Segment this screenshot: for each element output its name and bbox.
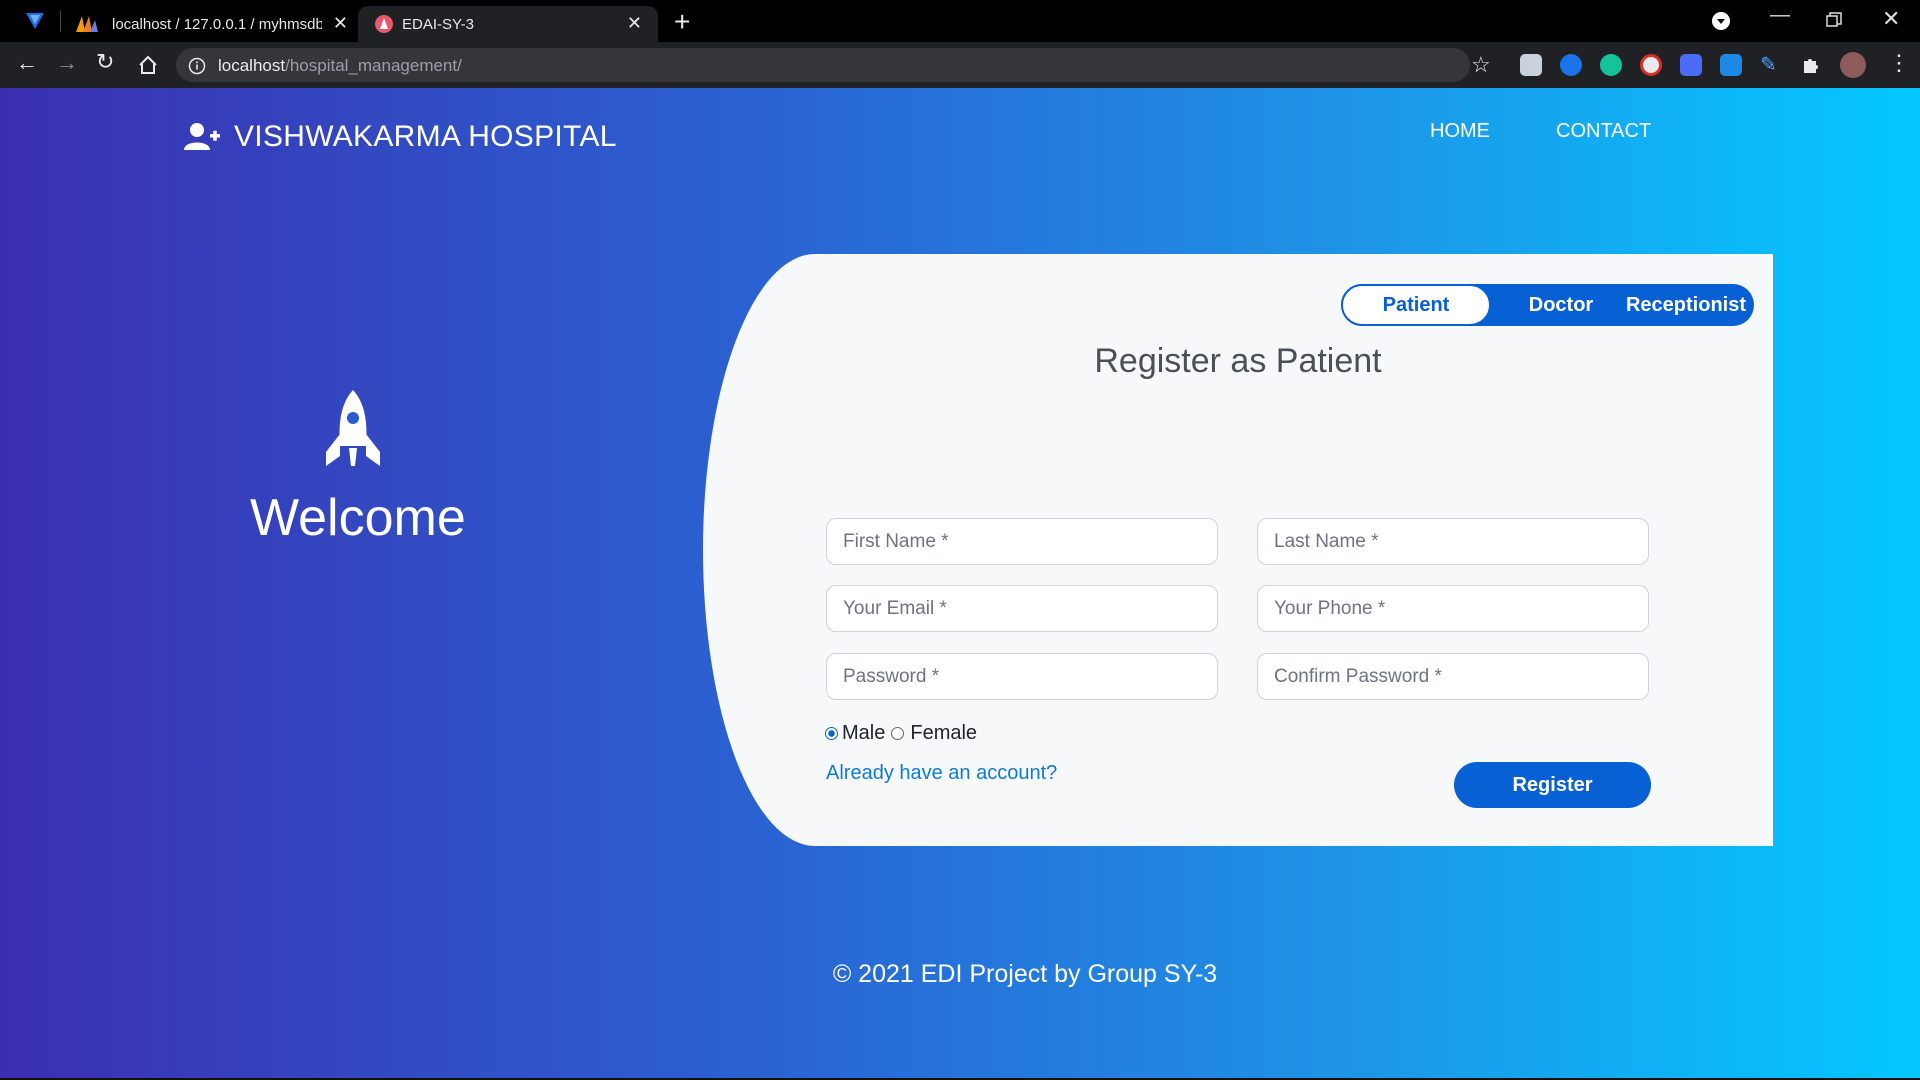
url-host: localhost <box>218 56 286 75</box>
rocket-icon <box>326 390 380 466</box>
extension-circle-icon[interactable] <box>1640 54 1662 76</box>
tab-edai[interactable]: EDAI-SY-3 ✕ <box>358 6 658 42</box>
extension-edge-icon[interactable] <box>1560 54 1582 76</box>
bookmark-star-icon[interactable]: ☆ <box>1471 52 1491 78</box>
female-radio[interactable] <box>891 727 905 740</box>
brand-name: VISHWAKARMA HOSPITAL <box>234 120 617 153</box>
login-link[interactable]: Already have an account? <box>826 762 1057 785</box>
male-label: Male <box>842 722 886 744</box>
gender-group: Male Female <box>825 722 977 745</box>
avatar[interactable] <box>1840 52 1866 78</box>
home-icon[interactable] <box>137 54 159 76</box>
tab-phpmyadmin[interactable]: localhost / 127.0.0.1 / myhmsdb | ✕ <box>62 6 358 42</box>
restore-icon[interactable] <box>1826 12 1842 28</box>
url-path: /hospital_management/ <box>285 56 462 75</box>
minimize-icon[interactable]: — <box>1770 4 1790 27</box>
user-plus-icon <box>184 123 220 150</box>
site-info-icon[interactable] <box>188 57 206 75</box>
nav-home-link[interactable]: HOME <box>1430 120 1490 143</box>
site-favicon <box>375 15 393 33</box>
tab-search-icon[interactable] <box>1712 12 1730 30</box>
confirm-password-input[interactable] <box>1257 653 1649 700</box>
welcome-heading: Welcome <box>250 489 466 547</box>
phpmyadmin-icon <box>76 16 98 32</box>
role-tab-patient[interactable]: Patient <box>1341 284 1491 326</box>
email-input[interactable] <box>826 585 1218 632</box>
extensions-puzzle-icon[interactable] <box>1801 55 1821 75</box>
browser-menu-icon[interactable] <box>24 10 46 32</box>
first-name-input[interactable] <box>826 518 1218 565</box>
role-tab-receptionist[interactable]: Receptionist <box>1621 284 1751 326</box>
close-window-icon[interactable]: ✕ <box>1882 6 1900 32</box>
back-icon[interactable]: ← <box>16 50 38 76</box>
footer-copyright: © 2021 EDI Project by Group SY-3 <box>832 960 1218 988</box>
extension-window-icon[interactable] <box>1720 54 1742 76</box>
extension-bookmark-icon[interactable] <box>1680 54 1702 76</box>
grammarly-icon[interactable] <box>1600 54 1622 76</box>
page-body: VISHWAKARMA HOSPITAL HOME CONTACT Welcom… <box>0 88 1920 1078</box>
extension-pen-icon[interactable]: ✎ <box>1760 54 1782 76</box>
tab-divider <box>60 10 61 32</box>
brand[interactable]: VISHWAKARMA HOSPITAL <box>184 120 617 154</box>
role-switch: Patient Doctor Receptionist <box>1341 284 1754 326</box>
password-input[interactable] <box>826 653 1218 700</box>
new-tab-icon[interactable]: + <box>674 6 690 38</box>
browser-tab-strip: localhost / 127.0.0.1 / myhmsdb | ✕ EDAI… <box>0 0 1920 42</box>
browser-menu-dots-icon[interactable]: ⋮ <box>1888 50 1910 76</box>
close-tab-icon[interactable]: ✕ <box>627 13 642 34</box>
register-card: Patient Doctor Receptionist Register as … <box>703 254 1773 846</box>
last-name-input[interactable] <box>1257 518 1649 565</box>
tab-title: localhost / 127.0.0.1 / myhmsdb | <box>112 16 322 33</box>
nav-contact-link[interactable]: CONTACT <box>1556 120 1651 143</box>
role-tab-doctor[interactable]: Doctor <box>1506 284 1616 326</box>
phone-input[interactable] <box>1257 585 1649 632</box>
close-tab-icon[interactable]: ✕ <box>333 13 348 34</box>
register-button[interactable]: Register <box>1454 762 1651 808</box>
url-text[interactable]: localhost/hospital_management/ <box>218 56 462 76</box>
male-radio[interactable] <box>825 727 838 740</box>
female-label: Female <box>910 722 978 744</box>
reload-icon[interactable]: ↻ <box>96 49 114 75</box>
tab-title: EDAI-SY-3 <box>402 16 474 33</box>
form-title: Register as Patient <box>1094 342 1382 380</box>
forward-icon[interactable]: → <box>56 50 78 76</box>
extension-reader-icon[interactable] <box>1520 54 1542 76</box>
